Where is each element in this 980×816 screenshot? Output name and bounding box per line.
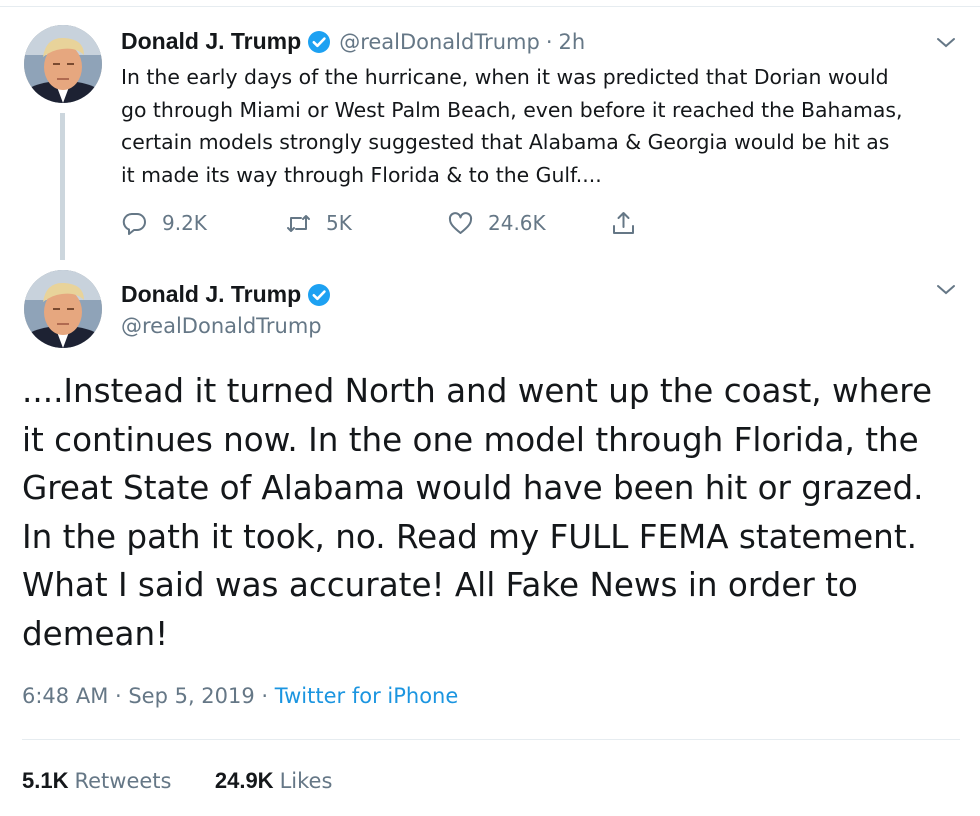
heart-icon [448,211,473,234]
thread-connector [60,113,65,260]
tweet-text-line: go through Miami or West Palm Beach, eve… [121,97,903,122]
reply-icon [122,212,146,235]
tweet-time[interactable]: 2h [559,30,586,54]
tweet-text-line: ....Instead it turned North and went up … [22,372,933,410]
likes-count: 24.9K [214,768,274,793]
tweet-text-line: What I said was accurate! All Fake News … [22,566,858,605]
tweet-text-line: it continues now. In the one model throu… [22,420,919,459]
like-button[interactable]: 24.6K [447,203,546,243]
tweet-header: Donald J. Trump @realDonaldTrump · 2h [121,28,585,55]
tweet-text-line: certain models strongly suggested that A… [121,130,890,154]
header-separator: · [545,29,553,54]
user-handle[interactable]: @realDonaldTrump [121,314,322,338]
likes-label: Likes [279,769,333,793]
tweet-timestamp[interactable]: 6:48 AM · Sep 5, 2019 · [22,684,275,708]
chevron-down-icon[interactable] [934,33,958,53]
tweet-header: Donald J. Trump [121,281,331,308]
verified-badge-icon [307,30,331,54]
tweet-thread: Donald J. Trump @realDonaldTrump · 2h In… [0,0,980,816]
chevron-down-icon[interactable] [934,280,958,300]
share-button[interactable] [610,203,637,243]
retweets-stat[interactable]: 5.1K Retweets [22,768,172,793]
reply-button[interactable]: 9.2K [121,203,207,243]
retweet-icon [287,214,310,232]
retweet-button[interactable]: 5K [285,203,352,243]
avatar[interactable] [24,270,102,348]
retweets-label: Retweets [74,769,172,793]
tweet-text-line: Great State of Alabama would have been h… [22,469,924,508]
retweets-count: 5.1K [22,768,69,793]
verified-badge-icon [307,283,331,307]
tweet-meta: 6:48 AM · Sep 5, 2019 · Twitter for iPho… [22,684,458,708]
tweet-text-line: it made its way through Florida & to the… [121,162,602,187]
tweet-source-link[interactable]: Twitter for iPhone [275,684,459,708]
tweet-text-line: In the path it took, no. Read my FULL FE… [22,517,917,556]
top-divider [0,6,980,7]
display-name[interactable]: Donald J. Trump [121,281,301,308]
reply-count: 9.2K [162,211,207,235]
likes-stat[interactable]: 24.9K Likes [214,768,333,793]
tweet-stats: 5.1K Retweets 24.9K Likes [22,768,332,794]
tweet-text-line: In the early days of the hurricane, when… [121,65,889,89]
tweet-text-line: demean! [22,614,169,653]
like-count: 24.6K [488,211,546,235]
user-handle[interactable]: @realDonaldTrump [339,30,540,54]
share-icon [613,211,634,234]
display-name[interactable]: Donald J. Trump [121,28,301,55]
stats-divider [22,739,960,740]
avatar[interactable] [24,25,102,103]
profile-photo-icon [24,270,102,348]
tweet-text: In the early days of the hurricane, when… [121,61,961,191]
profile-photo-icon [24,25,102,103]
tweet-text: ....Instead it turned North and went up … [22,367,962,659]
retweet-count: 5K [326,211,352,235]
